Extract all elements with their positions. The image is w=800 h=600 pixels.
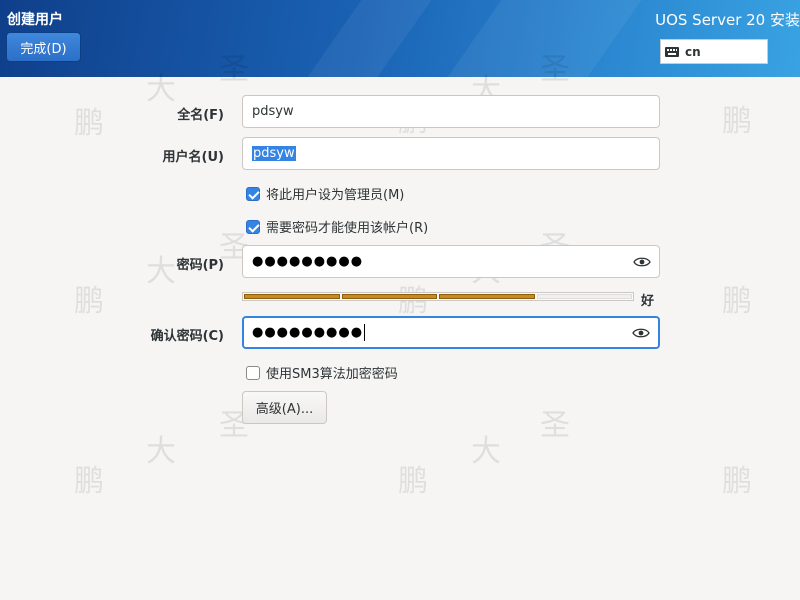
fullname-label: 全名(F) xyxy=(177,108,224,123)
require-password-checkbox-box[interactable] xyxy=(246,219,260,234)
keyboard-layout-label: cn xyxy=(685,44,701,59)
watermark-char: 圣 xyxy=(219,52,249,87)
watermark-char: 大 xyxy=(471,434,501,469)
eye-icon[interactable] xyxy=(632,327,650,339)
done-button[interactable]: 完成(D) xyxy=(6,32,81,62)
watermark-char: 圣 xyxy=(540,52,570,87)
header-bar: 创建用户 完成(D) UOS Server 20 安装 cn xyxy=(0,0,800,77)
confirm-password-field[interactable]: ●●●●●●●●● xyxy=(242,316,660,349)
text-cursor xyxy=(364,324,366,341)
strength-segment xyxy=(536,294,632,299)
username-label: 用户名(U) xyxy=(162,150,224,165)
page-title: 创建用户 xyxy=(7,12,63,28)
keyboard-layout-indicator[interactable]: cn xyxy=(660,39,768,64)
admin-checkbox-box[interactable] xyxy=(246,186,260,201)
username-value: pdsyw xyxy=(252,146,296,161)
watermark-char: 大 xyxy=(146,254,176,289)
password-masked-value: ●●●●●●●●● xyxy=(252,254,364,269)
sm3-checkbox-box[interactable] xyxy=(246,365,260,380)
strength-segment xyxy=(439,294,535,299)
watermark-char: 鹏 xyxy=(74,464,104,499)
fullname-value: pdsyw xyxy=(252,104,294,119)
sm3-checkbox-label: 使用SM3算法加密密码 xyxy=(266,367,398,382)
watermark-char: 鹏 xyxy=(74,284,104,319)
watermark-char: 鹏 xyxy=(722,284,752,319)
watermark-char: 大 xyxy=(146,434,176,469)
strength-segment xyxy=(244,294,340,299)
sm3-checkbox[interactable]: 使用SM3算法加密密码 xyxy=(246,363,398,382)
fullname-field[interactable]: pdsyw xyxy=(242,95,660,128)
product-title: UOS Server 20 安装 xyxy=(655,11,800,29)
watermark-char: 鹏 xyxy=(398,464,428,499)
advanced-button[interactable]: 高级(A)... xyxy=(242,391,327,424)
watermark-char: 鹏 xyxy=(74,106,104,141)
password-strength-meter xyxy=(242,292,634,301)
keyboard-icon xyxy=(665,46,679,57)
watermark-char: 鹏 xyxy=(722,464,752,499)
require-password-checkbox-label: 需要密码才能使用该帐户(R) xyxy=(266,221,429,236)
strength-segment xyxy=(341,294,437,299)
username-field[interactable]: pdsyw xyxy=(242,137,660,170)
eye-icon[interactable] xyxy=(633,256,651,268)
confirm-password-label: 确认密码(C) xyxy=(150,329,224,344)
watermark-char: 鹏 xyxy=(722,104,752,139)
require-password-checkbox[interactable]: 需要密码才能使用该帐户(R) xyxy=(246,217,428,236)
watermark-char: 圣 xyxy=(540,408,570,443)
confirm-password-masked-value: ●●●●●●●●● xyxy=(252,325,364,340)
watermark-char: 大 xyxy=(146,72,176,107)
password-label: 密码(P) xyxy=(176,258,224,273)
password-strength-label: 好 xyxy=(641,294,655,309)
admin-checkbox[interactable]: 将此用户设为管理员(M) xyxy=(246,184,404,203)
password-field[interactable]: ●●●●●●●●● xyxy=(242,245,660,278)
admin-checkbox-label: 将此用户设为管理员(M) xyxy=(266,188,405,203)
